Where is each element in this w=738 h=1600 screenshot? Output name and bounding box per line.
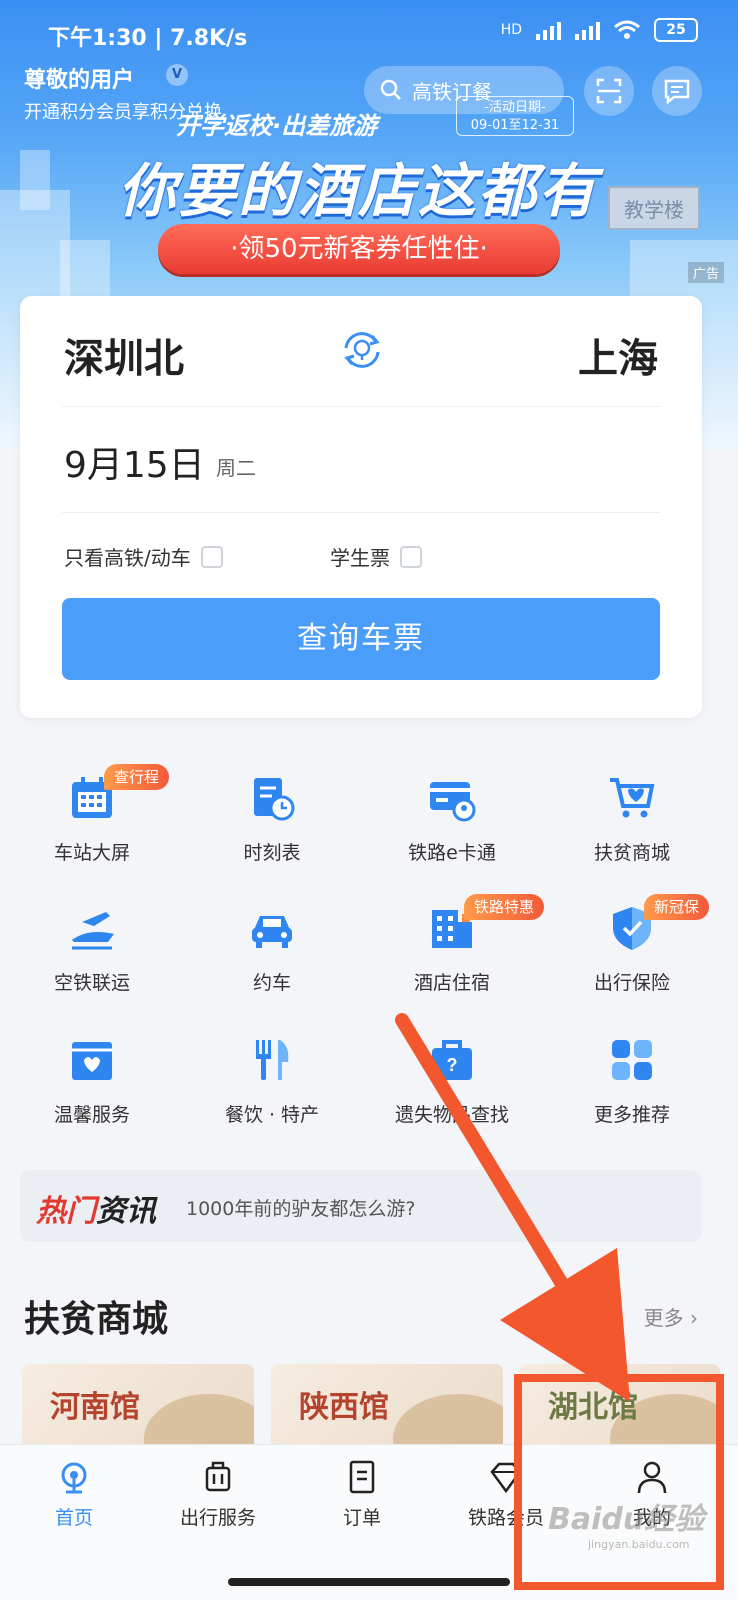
- scan-button[interactable]: [584, 66, 634, 116]
- svg-text:?: ?: [447, 1055, 458, 1075]
- tab-home[interactable]: 首页: [0, 1445, 148, 1541]
- more-apps-icon: [612, 1040, 652, 1080]
- service-item[interactable]: 车站大屏 查行程: [0, 752, 184, 872]
- scan-icon: [596, 78, 622, 104]
- student-ticket-checkbox[interactable]: [400, 545, 422, 568]
- high-speed-only-label: 只看高铁/动车: [64, 546, 191, 570]
- service-label: 车站大屏: [53, 842, 130, 864]
- service-badge: 查行程: [104, 764, 170, 790]
- tab-label: 出行服务: [179, 1507, 256, 1529]
- mall-card-henan[interactable]: 河南馆: [22, 1364, 254, 1454]
- mall-section-title: 扶贫商城: [24, 1299, 169, 1340]
- divider: [62, 512, 660, 513]
- service-item[interactable]: 空铁联运: [0, 882, 184, 1002]
- battery-icon: 25: [654, 18, 698, 42]
- message-button[interactable]: [652, 66, 702, 116]
- service-item[interactable]: 温馨服务: [0, 1014, 184, 1134]
- mall-card-hubei[interactable]: 湖北馆: [520, 1364, 720, 1454]
- promo-date: -活动日期- 09-01至12-31: [456, 96, 574, 136]
- promo-date-label: -活动日期-: [484, 100, 546, 115]
- hot-news-logo: 热门资讯: [36, 1194, 156, 1229]
- service-badge: 铁路特惠: [464, 894, 545, 920]
- service-item[interactable]: 扶贫商城: [540, 752, 724, 872]
- service-item[interactable]: 酒店住宿 铁路特惠: [360, 882, 545, 1002]
- hot-news-headline[interactable]: 1000年前的驴友都怎么游?: [186, 1194, 415, 1221]
- watermark-url: jingyan.baidu.com: [588, 1538, 690, 1551]
- service-label: 更多推荐: [593, 1104, 670, 1126]
- service-item[interactable]: 时刻表: [180, 752, 364, 872]
- swap-icon: [344, 332, 380, 368]
- travel-date[interactable]: 9月15日: [64, 436, 205, 488]
- tab-travel-services[interactable]: 出行服务: [144, 1445, 292, 1541]
- lost-found-icon: ?: [432, 1040, 472, 1080]
- service-label: 酒店住宿: [413, 972, 490, 994]
- tab-label: 首页: [54, 1507, 93, 1529]
- dining-icon: [256, 1040, 289, 1080]
- promo-title: 你要的酒店这都有: [118, 157, 599, 225]
- chevron-right-icon: ›: [690, 1306, 698, 1330]
- air-rail-icon: [72, 912, 114, 950]
- service-badge: 新冠保: [644, 894, 710, 920]
- user-name[interactable]: 尊敬的用户: [24, 62, 134, 94]
- status-icons: HD 25: [501, 18, 698, 42]
- shopping-cart-icon: [610, 778, 655, 818]
- search-icon: [380, 79, 401, 100]
- car-icon: [252, 916, 292, 948]
- home-icon: [61, 1462, 87, 1494]
- service-label: 遗失物品查找: [394, 1104, 509, 1126]
- promo-tagline: 开学返校·出差旅游: [176, 112, 378, 140]
- student-ticket-label: 学生票: [330, 546, 390, 570]
- status-bar: 下午1:30 | 7.8K/s HD 25: [0, 0, 738, 60]
- tab-orders[interactable]: 订单: [288, 1445, 436, 1541]
- service-item[interactable]: 餐饮 · 特产: [180, 1014, 364, 1134]
- timetable-icon: [254, 778, 295, 821]
- service-label: 时刻表: [243, 842, 301, 864]
- mall-more-link[interactable]: 更多 ›: [644, 1302, 698, 1331]
- mall-card-shaanxi[interactable]: 陕西馆: [271, 1364, 503, 1454]
- service-label: 扶贫商城: [593, 842, 670, 864]
- swap-stations-button[interactable]: [336, 324, 388, 376]
- promo-date-range: 09-01至12-31: [470, 118, 560, 133]
- diamond-icon: [490, 1462, 522, 1494]
- service-label: 空铁联运: [53, 972, 130, 994]
- high-speed-only-option[interactable]: 只看高铁/动车: [64, 542, 223, 571]
- heart-box-icon: [72, 1042, 112, 1080]
- ad-label: 广告: [687, 262, 724, 283]
- service-item[interactable]: 更多推荐: [540, 1014, 724, 1134]
- signal-2-icon: [575, 20, 600, 40]
- person-icon: [637, 1461, 667, 1494]
- status-time: 下午1:30 | 7.8K/s: [48, 26, 248, 51]
- promo-coupon[interactable]: ·领50元新客券任性住·: [158, 224, 560, 274]
- departure-station[interactable]: 深圳北: [64, 326, 184, 384]
- tab-label: 订单: [342, 1507, 381, 1529]
- service-label: 餐饮 · 特产: [224, 1104, 320, 1126]
- divider: [62, 406, 660, 407]
- service-item[interactable]: ? 遗失物品查找: [360, 1014, 544, 1134]
- banner-sign: 教学楼: [608, 186, 700, 230]
- hot-news-bar[interactable]: 热门资讯 1000年前的驴友都怎么游?: [20, 1170, 702, 1242]
- service-item[interactable]: 约车: [180, 882, 364, 1002]
- arrival-station[interactable]: 上海: [578, 326, 658, 384]
- high-speed-only-checkbox[interactable]: [200, 545, 223, 568]
- message-icon: [664, 79, 690, 105]
- query-tickets-button[interactable]: 查询车票: [62, 598, 660, 680]
- service-label: 约车: [252, 972, 291, 994]
- ticket-search-card: 深圳北 上海 9月15日 周二 只看高铁/动车 学生票 查询车票: [20, 296, 702, 718]
- student-ticket-option[interactable]: 学生票: [330, 542, 422, 571]
- service-item[interactable]: 铁路e卡通: [360, 752, 544, 872]
- network-label: HD: [500, 22, 522, 38]
- travel-weekday: 周二: [216, 456, 256, 480]
- home-indicator[interactable]: [228, 1578, 510, 1586]
- service-item[interactable]: 出行保险 新冠保: [540, 882, 724, 1002]
- wifi-icon: [614, 20, 640, 39]
- vip-badge[interactable]: V: [166, 64, 188, 86]
- service-label: 铁路e卡通: [408, 842, 496, 864]
- service-label: 出行保险: [593, 972, 670, 994]
- rail-card-icon: [430, 782, 476, 822]
- luggage-icon: [205, 1461, 231, 1492]
- watermark-brand: Baidu经验: [548, 1502, 705, 1537]
- signal-icon: [536, 20, 561, 40]
- order-icon: [349, 1460, 375, 1494]
- service-label: 温馨服务: [53, 1104, 130, 1126]
